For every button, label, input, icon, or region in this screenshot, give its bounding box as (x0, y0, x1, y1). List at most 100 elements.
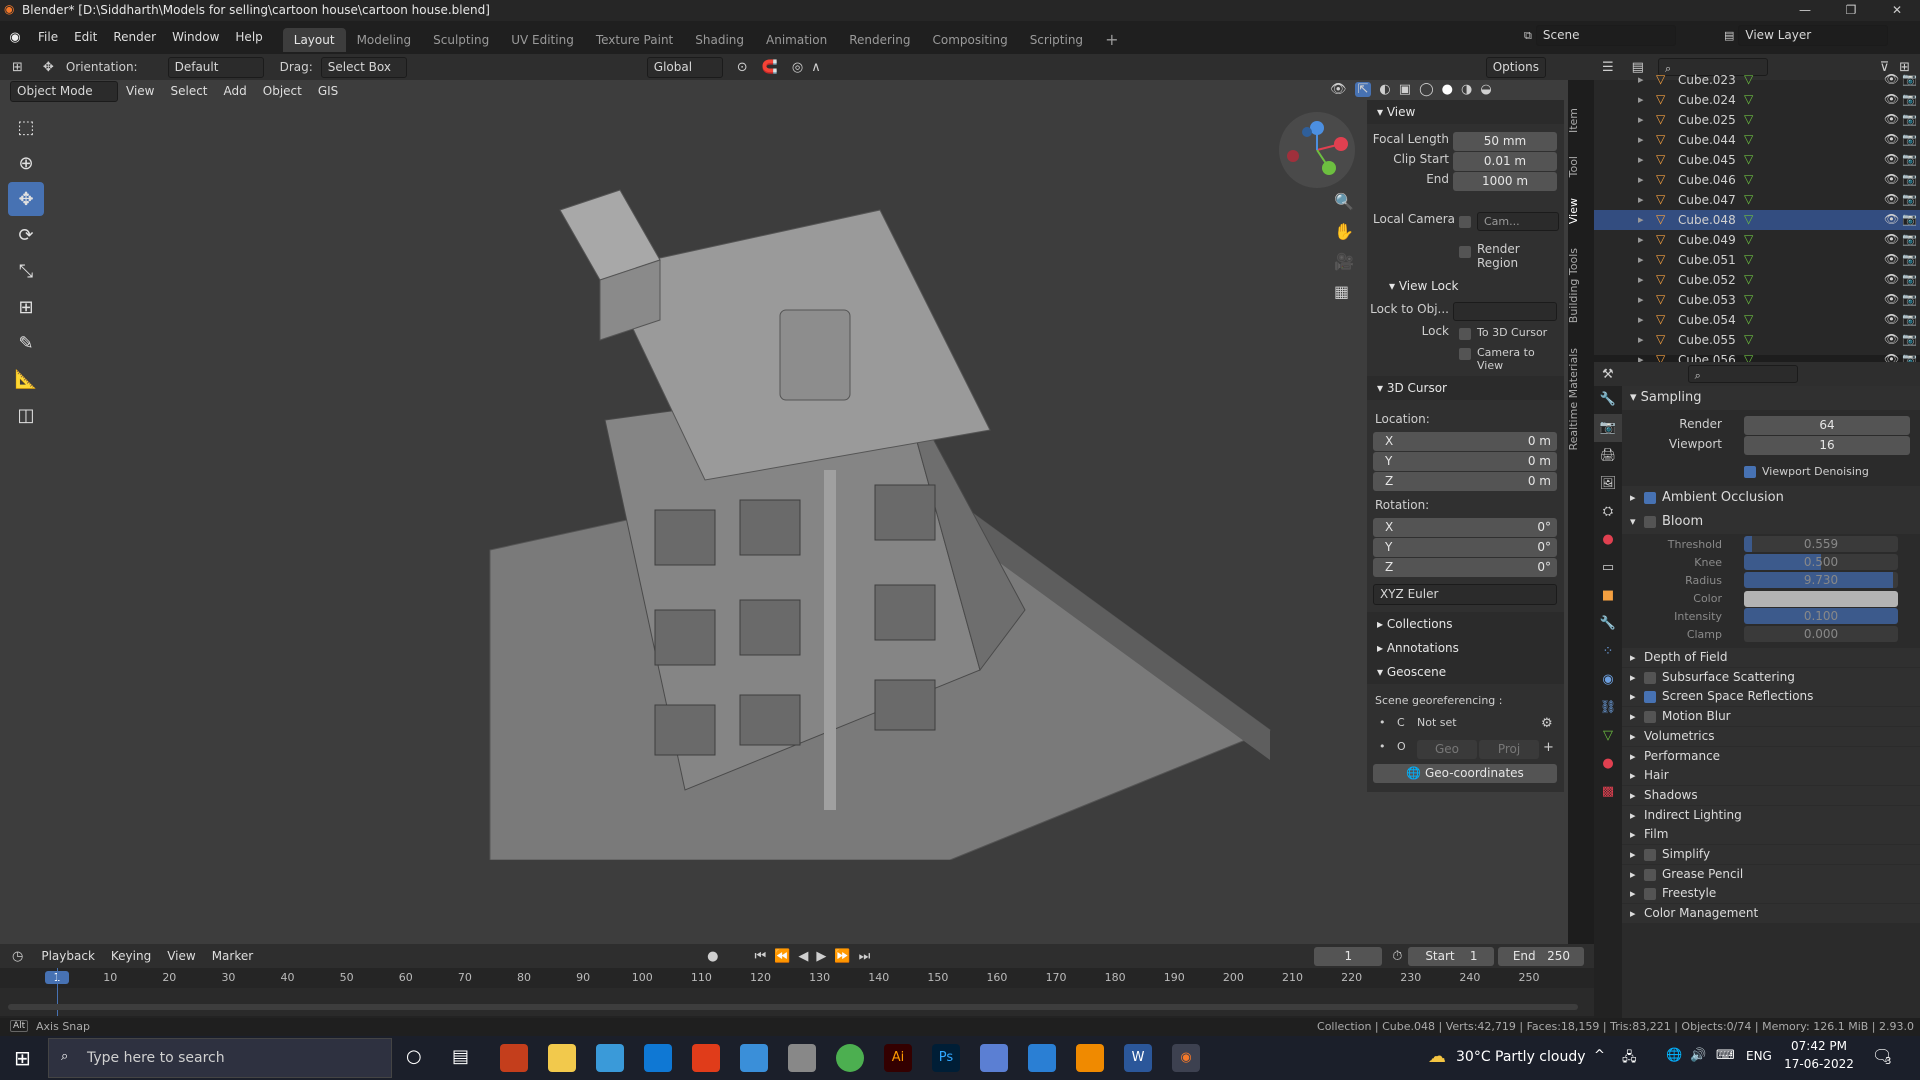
physics-tab-icon[interactable]: ◉ (1594, 666, 1622, 694)
cursor-rotation-y[interactable]: Y 0° (1373, 538, 1557, 557)
snap-icon[interactable]: 🧲 (762, 60, 778, 75)
transform-orientation-dropdown[interactable]: Global (646, 56, 723, 78)
next-keyframe-icon[interactable]: ⏩ (834, 949, 850, 964)
cursor-location-y[interactable]: Y 0 m (1373, 452, 1557, 471)
object-name[interactable]: Cube.053 (1678, 293, 1736, 307)
outliner-row[interactable]: ▸ ▽ Cube.044 ▽ 👁 📷 (1594, 130, 1920, 150)
object-tab-icon[interactable]: ■ (1594, 582, 1622, 610)
tab-shading[interactable]: Shading (684, 28, 755, 52)
visibility-eye-icon[interactable]: 👁 (1884, 192, 1899, 206)
navigation-gizmo[interactable] (1277, 110, 1357, 190)
bloom-header[interactable]: ▾ Bloom (1622, 510, 1920, 534)
proportional-edit-icon[interactable]: ◎ (792, 60, 803, 75)
zoom-icon[interactable]: 🔍 (1334, 192, 1354, 222)
visibility-eye-icon[interactable]: 👁 (1884, 292, 1899, 306)
falloff-icon[interactable]: ∧ (811, 60, 821, 75)
rendered-shading-icon[interactable]: ◒ (1480, 82, 1491, 97)
tool-tab-icon[interactable]: 🔧 (1594, 386, 1622, 414)
visibility-eye-icon[interactable]: 👁 (1884, 252, 1899, 266)
timeline-scrollbar[interactable] (8, 1004, 1578, 1010)
constraints-tab-icon[interactable]: ⛓ (1594, 694, 1622, 722)
collection-tab-icon[interactable]: ▭ (1594, 554, 1622, 582)
record-icon[interactable]: ● (707, 949, 718, 964)
visibility-eye-icon[interactable]: 👁 (1884, 272, 1899, 286)
cursor-location-x[interactable]: X 0 m (1373, 432, 1557, 451)
language-indicator[interactable]: ENG (1746, 1049, 1772, 1063)
section-checkbox[interactable] (1644, 868, 1656, 881)
object-name[interactable]: Cube.054 (1678, 313, 1736, 327)
bloom-checkbox[interactable] (1644, 516, 1656, 528)
texture-tab-icon[interactable]: ▩ (1594, 778, 1622, 806)
object-name[interactable]: Cube.046 (1678, 173, 1736, 187)
section-subsurface-scattering[interactable]: ▸ Subsurface Scattering (1622, 667, 1920, 687)
object-name[interactable]: Cube.045 (1678, 153, 1736, 167)
visibility-eye-icon[interactable]: 👁 (1884, 72, 1899, 86)
add-workspace-icon[interactable]: + (1094, 28, 1129, 52)
section-checkbox[interactable] (1644, 671, 1656, 684)
perspective-grid-icon[interactable]: ▦ (1334, 282, 1349, 312)
geo-button[interactable]: Geo (1417, 740, 1477, 759)
render-camera-icon[interactable]: 📷 (1902, 332, 1917, 346)
object-name[interactable]: Cube.044 (1678, 133, 1736, 147)
cursor-rotation-x[interactable]: X 0° (1373, 518, 1557, 537)
camera-to-view-checkbox[interactable] (1459, 348, 1471, 360)
visibility-eye-icon[interactable]: 👁 (1884, 212, 1899, 226)
annotate-tool-icon[interactable]: ✎ (8, 326, 44, 360)
tab-uv-editing[interactable]: UV Editing (500, 28, 585, 52)
modifier-tab-icon[interactable]: 🔧 (1594, 610, 1622, 638)
select-box-tool-icon[interactable]: ⬚ (8, 110, 44, 144)
render-camera-icon[interactable]: 📷 (1902, 172, 1917, 186)
rotation-mode-dropdown[interactable]: XYZ Euler (1373, 584, 1557, 605)
tab-layout[interactable]: Layout (282, 27, 346, 52)
visibility-eye-icon[interactable]: 👁 (1884, 112, 1899, 126)
drag-dropdown[interactable]: Select Box (320, 56, 407, 78)
bloom-slider[interactable]: 0.559 (1744, 536, 1898, 552)
render-tab-icon[interactable]: 📷 (1594, 414, 1622, 442)
properties-search-input[interactable]: ⌕ (1687, 365, 1798, 383)
section-film[interactable]: ▸ Film (1622, 825, 1920, 845)
visibility-eye-icon[interactable]: 👁 (1884, 132, 1899, 146)
illustrator-icon[interactable]: Ai (884, 1044, 912, 1072)
proj-button[interactable]: Proj (1479, 740, 1539, 759)
object-name[interactable]: Cube.047 (1678, 193, 1736, 207)
render-samples-field[interactable]: 64 (1744, 416, 1910, 435)
menu-object[interactable]: Object (255, 80, 310, 102)
ao-header[interactable]: ▸ Ambient Occlusion (1622, 486, 1920, 510)
volume-icon[interactable]: 🔊 (1690, 1048, 1706, 1063)
expand-arrow-icon[interactable]: ▸ (1638, 333, 1644, 346)
clock-date[interactable]: 17-06-2022 (1784, 1057, 1854, 1071)
outliner-row[interactable]: ▸ ▽ Cube.048 ▽ 👁 📷 (1594, 210, 1920, 230)
menu-view[interactable]: View (118, 80, 162, 102)
section-freestyle[interactable]: ▸ Freestyle (1622, 884, 1920, 904)
outliner-row[interactable]: ▸ ▽ Cube.053 ▽ 👁 📷 (1594, 290, 1920, 310)
app-icon-3[interactable] (980, 1044, 1008, 1072)
app-icon[interactable] (740, 1044, 768, 1072)
render-camera-icon[interactable]: 📷 (1902, 92, 1917, 106)
move-tool-icon[interactable]: ✥ (8, 182, 44, 216)
view-section-header[interactable]: ▾ View (1367, 100, 1564, 124)
outliner-row[interactable]: ▸ ▽ Cube.023 ▽ 👁 📷 (1594, 70, 1920, 90)
material-tab-icon[interactable]: ● (1594, 750, 1622, 778)
visibility-eye-icon[interactable]: 👁 (1884, 312, 1899, 326)
measure-tool-icon[interactable]: 📐 (8, 362, 44, 396)
output-tab-icon[interactable]: 🖨 (1594, 442, 1622, 470)
store-icon[interactable] (644, 1044, 672, 1072)
menu-help[interactable]: Help (227, 21, 270, 54)
ao-checkbox[interactable] (1644, 492, 1656, 504)
object-name[interactable]: Cube.048 (1678, 213, 1736, 227)
outliner-row[interactable]: ▸ ▽ Cube.055 ▽ 👁 📷 (1594, 330, 1920, 350)
expand-arrow-icon[interactable]: ▸ (1638, 273, 1644, 286)
object-name[interactable]: Cube.052 (1678, 273, 1736, 287)
tab-building-tools[interactable]: Building Tools (1567, 248, 1580, 323)
annotations-header[interactable]: ▸ Annotations (1367, 636, 1564, 660)
render-camera-icon[interactable]: 📷 (1902, 192, 1917, 206)
add-origin-icon[interactable]: + (1543, 740, 1554, 755)
render-camera-icon[interactable]: 📷 (1902, 312, 1917, 326)
camera-view-icon[interactable]: 🎥 (1334, 252, 1354, 282)
render-region-checkbox[interactable] (1459, 246, 1471, 258)
prev-keyframe-icon[interactable]: ⏪ (774, 949, 790, 964)
pivot-icon[interactable]: ⊙ (737, 60, 748, 75)
sampling-header[interactable]: ▾ Sampling (1622, 386, 1920, 410)
menu-gis[interactable]: GIS (310, 80, 346, 102)
visibility-eye-icon[interactable]: 👁 (1884, 152, 1899, 166)
